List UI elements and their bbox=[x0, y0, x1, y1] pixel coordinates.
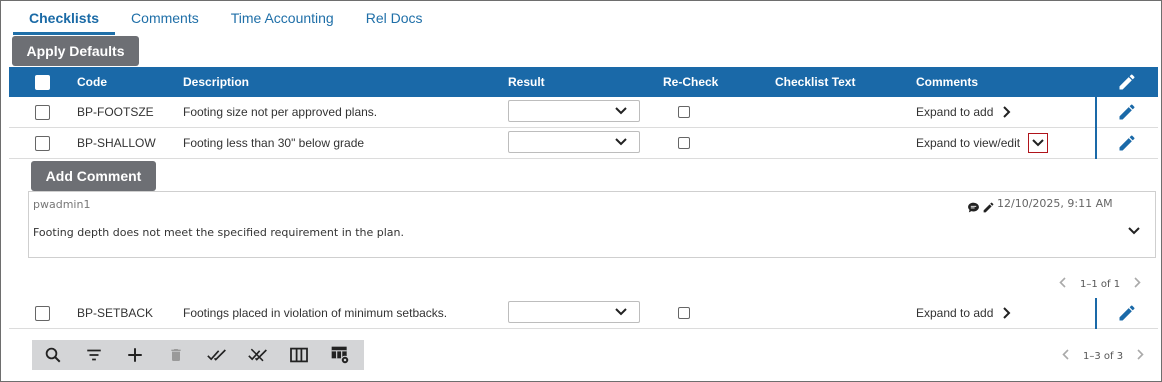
tab-time-accounting[interactable]: Time Accounting bbox=[215, 1, 350, 35]
header-code[interactable]: Code bbox=[77, 67, 107, 97]
column-divider bbox=[1095, 298, 1097, 329]
result-select[interactable] bbox=[508, 100, 640, 122]
header-recheck[interactable]: Re-Check bbox=[663, 67, 718, 97]
chevron-right-icon[interactable] bbox=[1003, 298, 1011, 328]
edit-pencil-icon[interactable] bbox=[1117, 298, 1137, 328]
table-header: Code Description Result Re-Check Checkli… bbox=[9, 67, 1158, 97]
row-description: Footing less than 30" below grade bbox=[183, 136, 365, 150]
apply-defaults-button[interactable]: Apply Defaults bbox=[12, 36, 139, 66]
select-all-checkbox[interactable] bbox=[35, 67, 50, 97]
edit-pencil-icon[interactable] bbox=[1117, 97, 1137, 127]
comment-timestamp: 12/10/2025, 9:11 AM bbox=[997, 197, 1113, 210]
row-code: BP-SETBACK bbox=[77, 306, 154, 320]
grid-toolbar bbox=[32, 340, 364, 370]
header-result[interactable]: Result bbox=[508, 67, 545, 97]
row-description: Footings placed in violation of minimum … bbox=[183, 306, 448, 320]
table-row[interactable]: BP-FOOTSZE Footing size not per approved… bbox=[9, 97, 1158, 128]
tab-rel-docs[interactable]: Rel Docs bbox=[350, 1, 439, 35]
uncheck-all-icon[interactable] bbox=[237, 340, 278, 370]
table-row[interactable]: BP-SETBACK Footings placed in violation … bbox=[9, 298, 1158, 329]
recheck-checkbox[interactable] bbox=[678, 128, 690, 158]
result-select[interactable] bbox=[508, 131, 640, 153]
comments-expand-link[interactable]: Expand to add bbox=[916, 97, 993, 127]
comment-pager: 1–1 of 1 bbox=[1059, 277, 1141, 291]
recheck-checkbox[interactable] bbox=[678, 298, 690, 328]
pager-range: 1–1 of 1 bbox=[1080, 278, 1121, 290]
search-icon[interactable] bbox=[32, 340, 73, 370]
header-comments[interactable]: Comments bbox=[916, 67, 978, 97]
pager-prev-icon[interactable] bbox=[1059, 277, 1066, 291]
comment-bubble-icon[interactable] bbox=[967, 199, 980, 218]
row-checkbox[interactable] bbox=[35, 298, 50, 328]
row-code: BP-SHALLOW bbox=[77, 136, 156, 150]
checklist-window: Checklists Comments Time Accounting Rel … bbox=[0, 0, 1162, 382]
result-select[interactable] bbox=[508, 301, 640, 323]
pager-prev-icon[interactable] bbox=[1062, 349, 1069, 363]
row-code: BP-FOOTSZE bbox=[77, 105, 154, 119]
comment-card: pwadmin1 12/10/2025, 9:11 AM Footing dep… bbox=[28, 191, 1156, 258]
column-divider bbox=[1095, 97, 1097, 128]
pager-next-icon[interactable] bbox=[1137, 349, 1144, 363]
comments-expand-link[interactable]: Expand to add bbox=[916, 298, 993, 328]
table-settings-icon[interactable] bbox=[319, 340, 360, 370]
header-checklist-text[interactable]: Checklist Text bbox=[775, 67, 855, 97]
tab-bar: Checklists Comments Time Accounting Rel … bbox=[13, 1, 439, 35]
table-pager: 1–3 of 3 bbox=[1062, 349, 1144, 363]
edit-pencil-icon[interactable] bbox=[1117, 128, 1137, 158]
comment-author: pwadmin1 bbox=[33, 198, 91, 211]
edit-all-pencil-icon[interactable] bbox=[1117, 67, 1137, 97]
comment-expand-chevron-down-icon[interactable] bbox=[1128, 220, 1140, 239]
add-icon[interactable] bbox=[114, 340, 155, 370]
row-checkbox[interactable] bbox=[35, 97, 50, 127]
table-row[interactable]: BP-SHALLOW Footing less than 30" below g… bbox=[9, 128, 1158, 159]
pager-next-icon[interactable] bbox=[1134, 277, 1141, 291]
comments-expand-link[interactable]: Expand to view/edit bbox=[916, 128, 1020, 158]
pager-range: 1–3 of 3 bbox=[1083, 350, 1124, 362]
chevron-right-icon[interactable] bbox=[1003, 97, 1011, 127]
column-divider bbox=[1095, 128, 1097, 159]
comment-edit-pencil-icon[interactable] bbox=[982, 199, 995, 218]
add-comment-button[interactable]: Add Comment bbox=[31, 161, 156, 191]
tab-comments[interactable]: Comments bbox=[115, 1, 215, 35]
delete-icon[interactable] bbox=[155, 340, 196, 370]
recheck-checkbox[interactable] bbox=[678, 97, 690, 127]
columns-icon[interactable] bbox=[278, 340, 319, 370]
row-checkbox[interactable] bbox=[35, 128, 50, 158]
check-all-icon[interactable] bbox=[196, 340, 237, 370]
filter-icon[interactable] bbox=[73, 340, 114, 370]
tab-checklists[interactable]: Checklists bbox=[13, 1, 116, 35]
row-description: Footing size not per approved plans. bbox=[183, 105, 378, 119]
chevron-down-icon[interactable] bbox=[1028, 133, 1048, 153]
comment-text: Footing depth does not meet the specifie… bbox=[33, 226, 405, 239]
header-description[interactable]: Description bbox=[183, 67, 249, 97]
